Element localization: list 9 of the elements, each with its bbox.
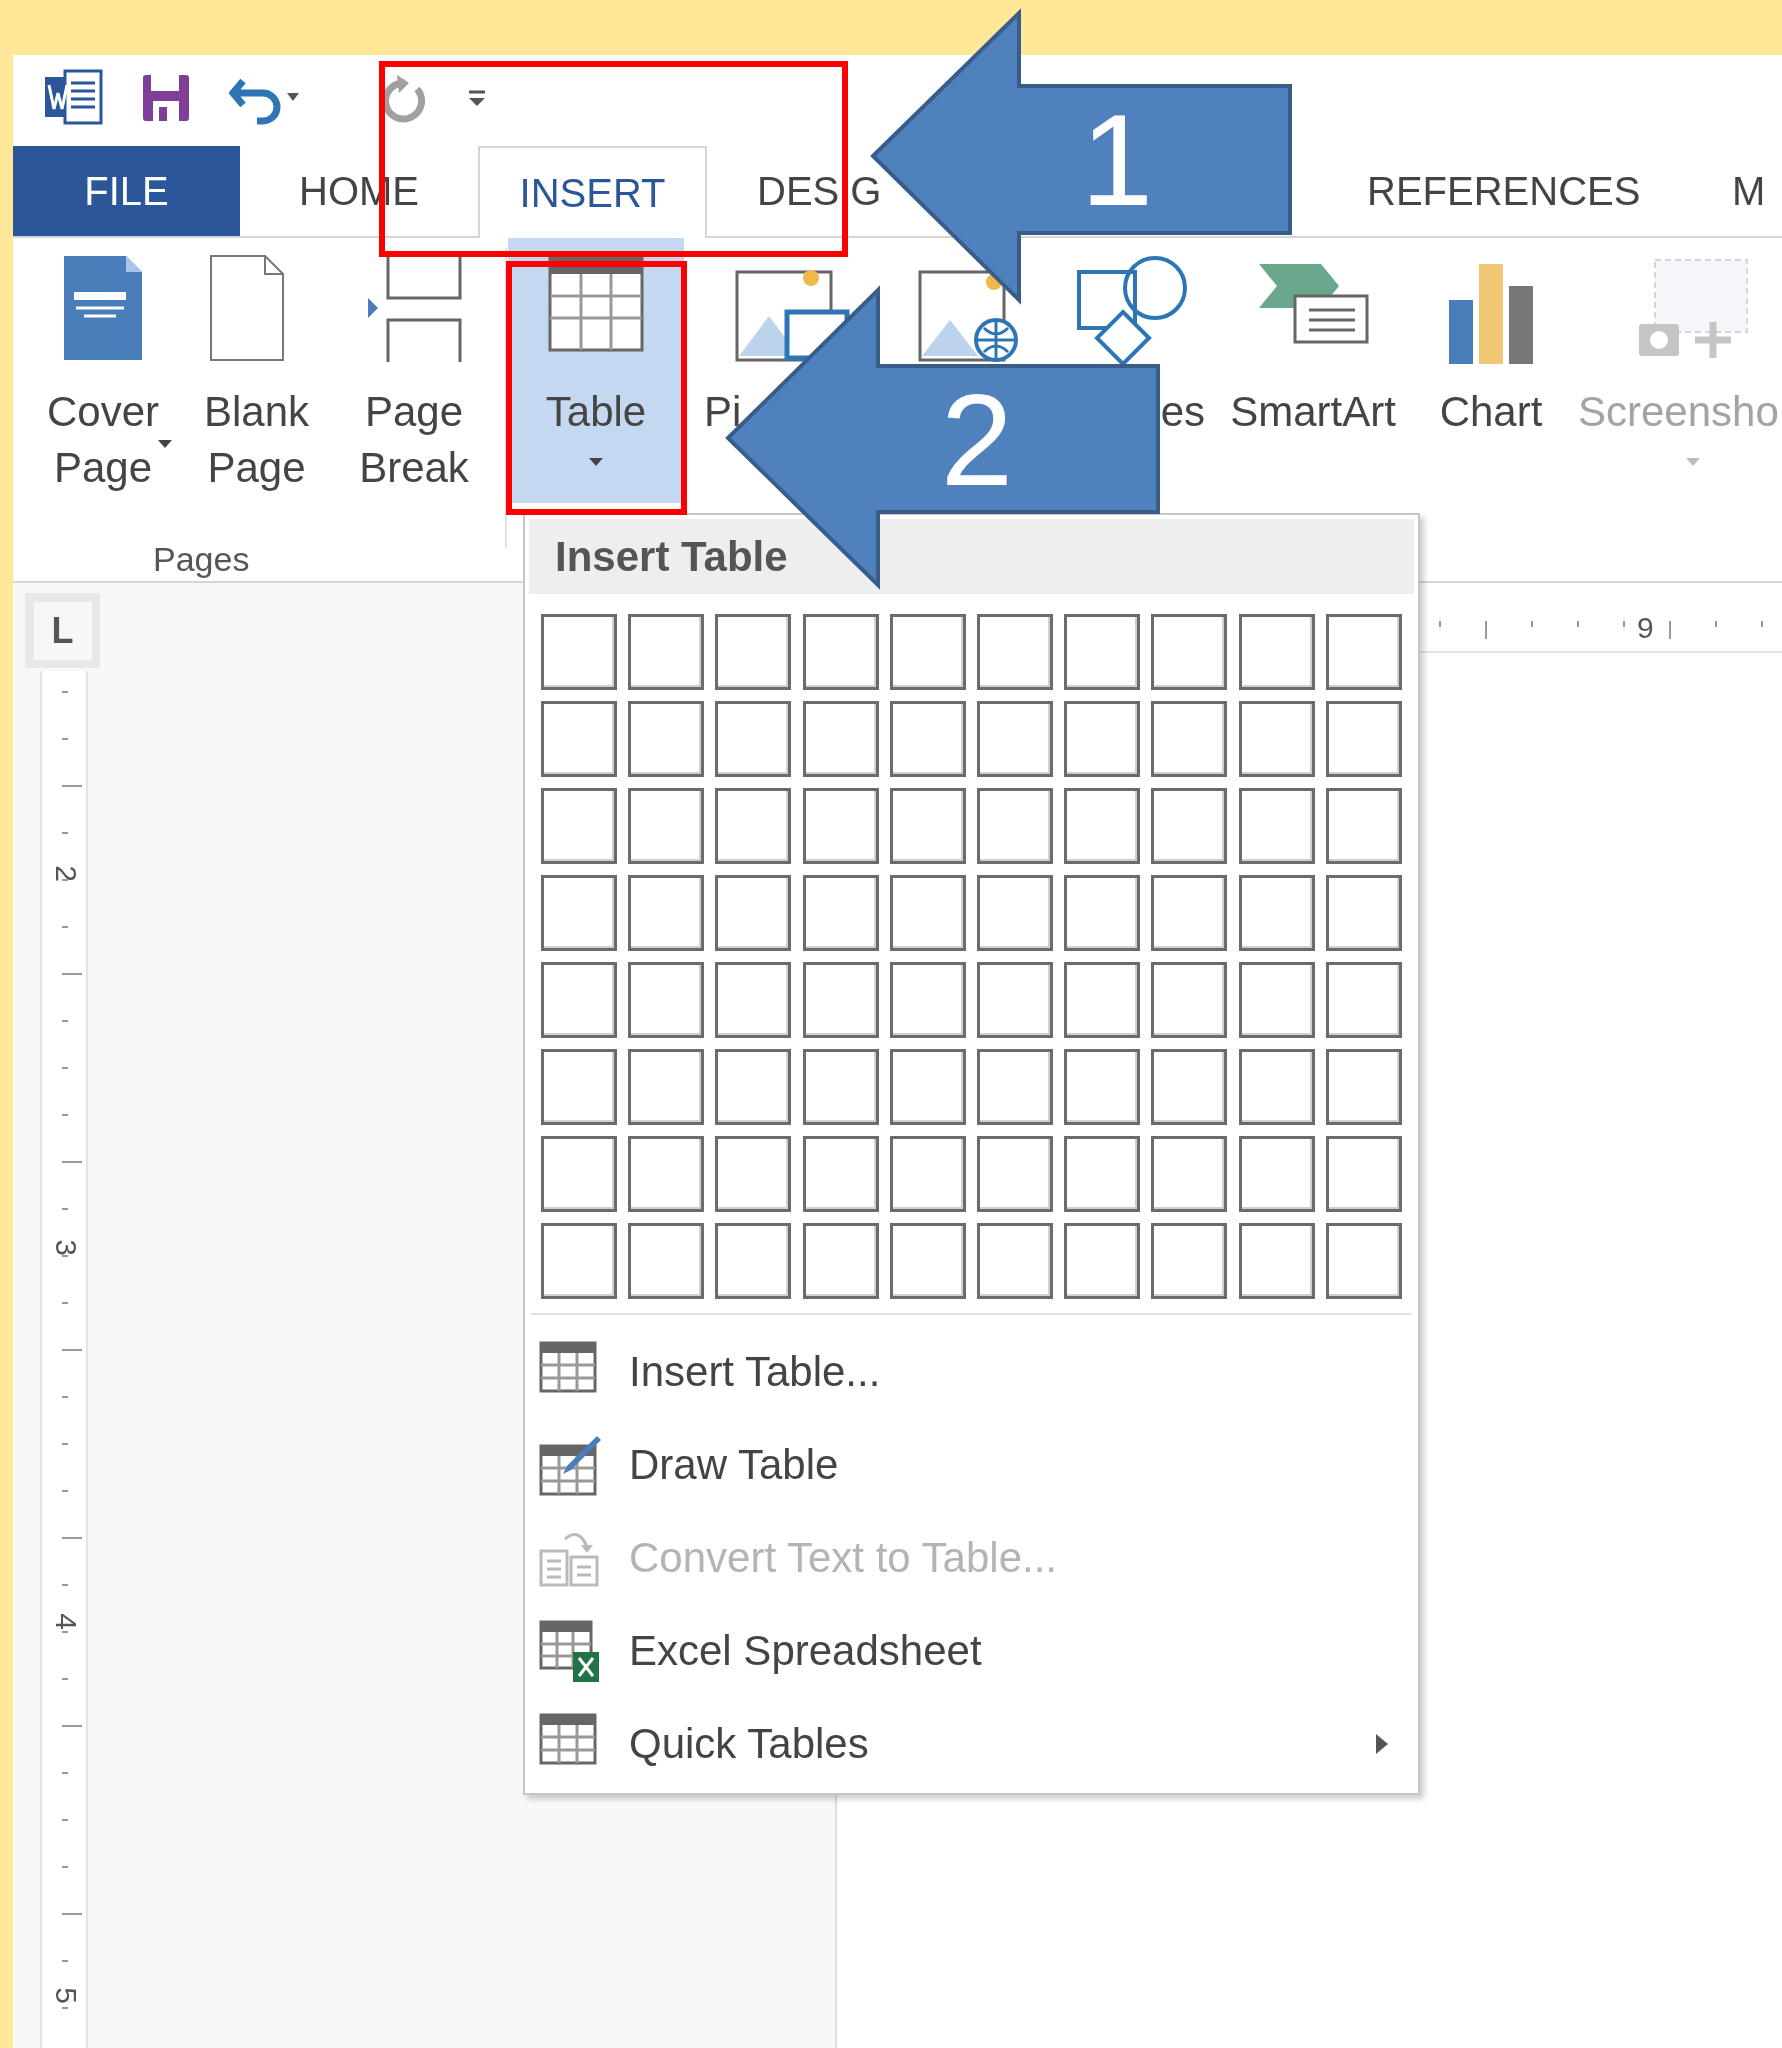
ruler-number: 9 <box>1637 610 1654 646</box>
ruler-number: 4 <box>48 1612 84 1632</box>
step-number: 2 <box>940 367 1014 513</box>
ruler-number: 5 <box>48 1986 84 2006</box>
group-label: Pages <box>153 539 250 580</box>
ruler-number: 3 <box>48 1238 84 1258</box>
menu-header: Insert Table <box>555 532 788 582</box>
ruler-number: 2 <box>48 864 84 884</box>
step-number: 1 <box>1080 87 1154 233</box>
